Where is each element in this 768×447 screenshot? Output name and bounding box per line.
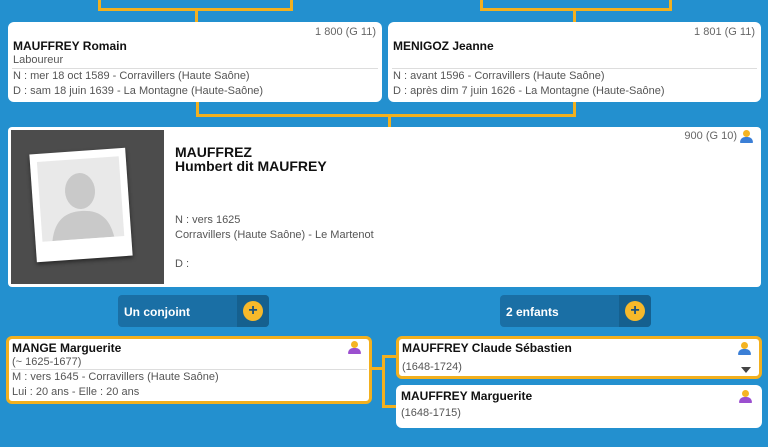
birth-place: Corravillers (Haute Saône) - Le Martenot <box>175 229 374 241</box>
female-person-icon <box>348 341 361 354</box>
connector-line <box>573 102 576 116</box>
connector-line <box>196 114 576 117</box>
life-dates: (~ 1625-1677) <box>12 356 82 368</box>
ages-info: Lui : 20 ans - Elle : 20 ans <box>12 386 140 398</box>
person-name[interactable]: MAUFFREY Claude Sébastien <box>402 341 572 355</box>
plus-icon: + <box>243 301 263 321</box>
connector-line <box>388 114 391 128</box>
add-child-button[interactable]: + <box>619 295 651 327</box>
life-dates: (1648-1715) <box>401 407 461 419</box>
death-info: D : sam 18 juin 1639 - La Montagne (Haut… <box>13 85 264 97</box>
main-person-card: 900 (G 10) MAUFFREZ Humbert dit MAUFREY … <box>8 127 761 287</box>
connector-line <box>480 8 672 11</box>
birth-info: N : avant 1596 - Corravillers (Haute Saô… <box>393 70 605 82</box>
connector-line <box>382 356 385 408</box>
spouse-card[interactable]: MANGE Marguerite (~ 1625-1677) M : vers … <box>6 336 372 404</box>
person-name[interactable]: MAUFFREY Romain <box>13 39 127 53</box>
child-card[interactable]: MAUFFREY Claude Sébastien (1648-1724) <box>396 336 762 379</box>
occupation: Laboureur <box>13 54 64 66</box>
death-info: D : après dim 7 juin 1626 - La Montagne … <box>393 85 665 97</box>
sosa-number: 900 (G 10) <box>684 130 737 142</box>
child-card[interactable]: MAUFFREY Marguerite (1648-1715) <box>396 385 762 428</box>
death-info: D : <box>175 258 190 270</box>
sosa-number: 1 800 (G 11) <box>315 26 376 38</box>
expand-arrow-icon[interactable] <box>741 367 751 373</box>
life-dates: (1648-1724) <box>402 361 462 373</box>
connector-line <box>196 102 199 116</box>
first-name: Humbert dit MAUFREY <box>175 158 327 174</box>
person-name[interactable]: MENIGOZ Jeanne <box>393 39 494 53</box>
birth-info: N : vers 1625 <box>175 214 241 226</box>
father-card[interactable]: 1 800 (G 11) MAUFFREY Romain Laboureur N… <box>8 22 382 102</box>
mother-card[interactable]: 1 801 (G 11) MENIGOZ Jeanne N : avant 15… <box>388 22 761 102</box>
sosa-number: 1 801 (G 11) <box>694 26 755 38</box>
photo-placeholder <box>29 147 133 263</box>
plus-icon: + <box>625 301 645 321</box>
spouse-button[interactable]: Un conjoint + <box>118 295 269 327</box>
avatar-silhouette-icon <box>36 156 125 242</box>
divider <box>12 68 378 69</box>
photo-frame[interactable] <box>11 130 164 284</box>
male-person-icon <box>740 130 753 143</box>
male-person-icon <box>738 342 751 355</box>
children-button-label: 2 enfants <box>506 305 559 319</box>
female-person-icon <box>739 390 752 403</box>
birth-info: N : mer 18 oct 1589 - Corravillers (Haut… <box>13 70 250 82</box>
spouse-button-label: Un conjoint <box>124 305 190 319</box>
person-name[interactable]: MAUFFREY Marguerite <box>401 389 532 403</box>
marriage-info: M : vers 1645 - Corravillers (Haute Saôn… <box>12 371 219 383</box>
add-spouse-button[interactable]: + <box>237 295 269 327</box>
divider <box>392 68 757 69</box>
divider <box>11 369 367 370</box>
children-button[interactable]: 2 enfants + <box>500 295 651 327</box>
person-name[interactable]: MANGE Marguerite <box>12 341 121 355</box>
